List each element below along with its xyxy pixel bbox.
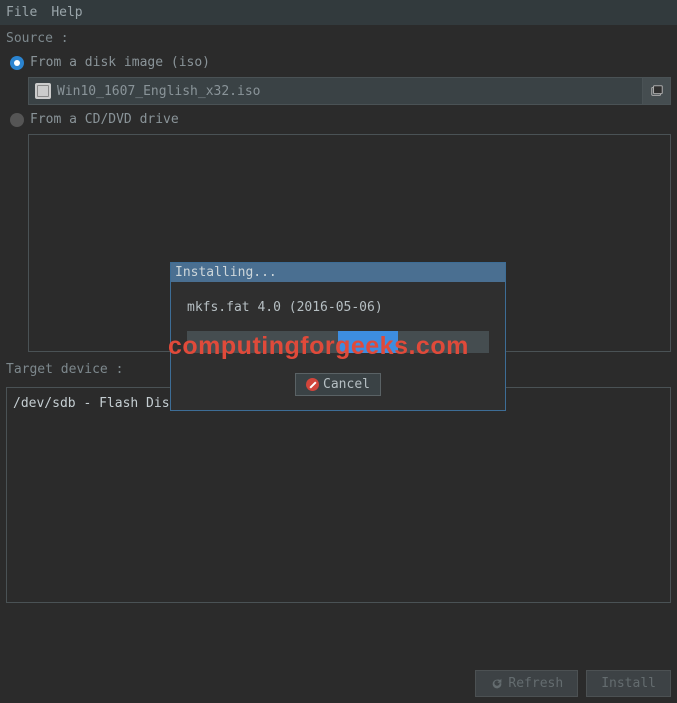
radio-from-cd[interactable]: [10, 113, 24, 127]
cancel-button-label: Cancel: [323, 377, 370, 392]
refresh-icon: [490, 677, 504, 691]
refresh-button-label: Refresh: [508, 676, 563, 691]
watermark-text: computingforgeeks.com: [168, 332, 469, 361]
target-device-list[interactable]: /dev/sdb - Flash Disk -: [6, 387, 671, 603]
install-button-label: Install: [601, 676, 656, 691]
footer-buttons: Refresh Install: [475, 670, 671, 697]
menu-file[interactable]: File: [6, 5, 37, 20]
iso-file-name: Win10_1607_English_x32.iso: [57, 84, 642, 99]
radio-from-iso-label: From a disk image (iso): [30, 55, 210, 70]
dialog-title: Installing...: [171, 263, 505, 282]
source-label: Source :: [0, 25, 677, 52]
radio-from-cd-label: From a CD/DVD drive: [30, 112, 179, 127]
cancel-button[interactable]: Cancel: [295, 373, 381, 396]
disk-image-icon: [35, 83, 51, 99]
radio-from-cd-row[interactable]: From a CD/DVD drive: [0, 109, 677, 130]
browse-button[interactable]: [642, 78, 670, 104]
menubar: File Help: [0, 0, 677, 25]
open-folder-icon: [650, 84, 664, 98]
dialog-status-text: mkfs.fat 4.0 (2016-05-06): [187, 300, 489, 315]
cancel-icon: [306, 378, 319, 391]
radio-from-iso[interactable]: [10, 56, 24, 70]
radio-from-iso-row[interactable]: From a disk image (iso): [0, 52, 677, 73]
menu-help[interactable]: Help: [51, 5, 82, 20]
install-button[interactable]: Install: [586, 670, 671, 697]
iso-file-input[interactable]: Win10_1607_English_x32.iso: [28, 77, 671, 105]
refresh-button[interactable]: Refresh: [475, 670, 578, 697]
